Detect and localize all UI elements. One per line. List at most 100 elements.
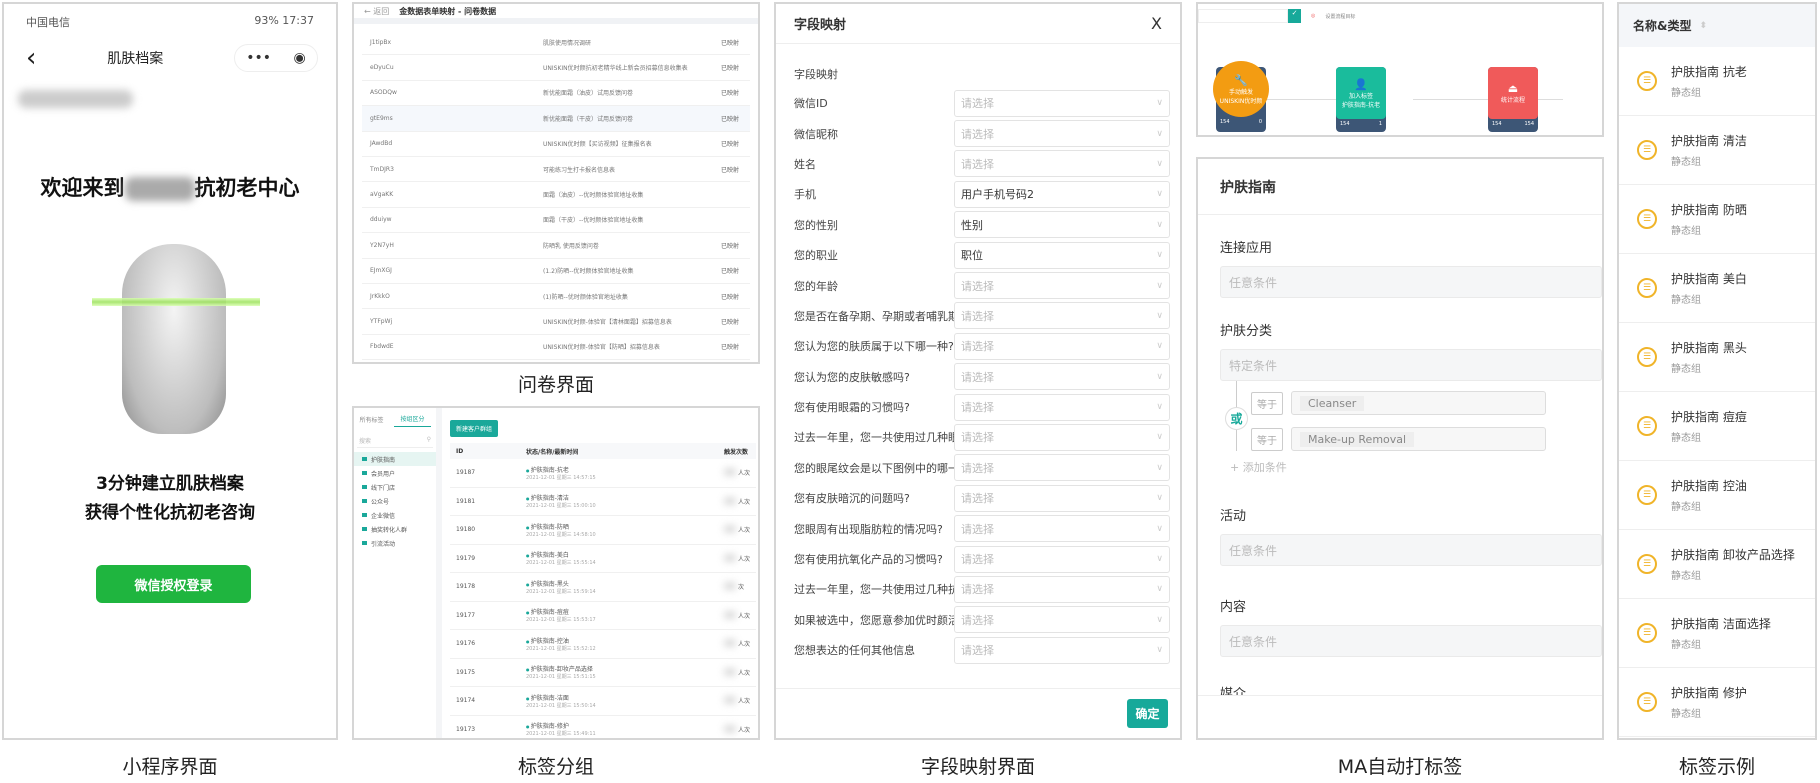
sidebar-item[interactable]: 引流活动 [354, 536, 436, 550]
tag-list-item[interactable]: ☰ 护肤指南 抗老 静态组 [1619, 47, 1815, 116]
group-name[interactable]: 护肤指南-控油 [526, 638, 569, 645]
field-select[interactable]: 职位 ∨ [954, 241, 1170, 269]
table-row[interactable]: 19177 护肤指南-痘痘2021-12-01 星期三 15:53:17 人次 [450, 602, 756, 630]
table-row[interactable]: eDyuCu UNISKIN优时颜抗初老精华线上新会员招募信息收集表 已映射 [362, 55, 750, 81]
table-row[interactable]: 19178 护肤指南-黑头2021-12-01 星期三 15:59:14 次 [450, 573, 756, 602]
field-select[interactable]: 请选择 ∨ [954, 423, 1170, 451]
group-name[interactable]: 护肤指南-黑头 [526, 581, 569, 588]
group-name[interactable]: 护肤指南-抗老 [526, 467, 569, 474]
group-name[interactable]: 护肤指南-卸妆产品选择 [526, 666, 593, 673]
group-name[interactable]: 护肤指南-痘痘 [526, 609, 569, 616]
field-select[interactable]: 请选择 ∨ [954, 302, 1170, 330]
sidebar-item[interactable]: 公众号 [354, 494, 436, 508]
flow-node[interactable]: 👤 加入标签 护肤指南-抗老 154 1 [1336, 67, 1386, 132]
field-select[interactable]: 请选择 ∨ [954, 393, 1170, 421]
table-row[interactable]: JrKkkO (1)防晒--优时颜体验官地址收集 已映射 [362, 284, 750, 310]
table-row[interactable]: FbdwdE UNISKIN优时颜-体验官【防晒】招募信息表 已映射 [362, 335, 750, 361]
tag-list-item[interactable]: ☰ 护肤指南 修护 静态组 [1619, 668, 1815, 737]
table-row[interactable]: 19179 护肤指南-美白2021-12-01 星期三 15:55:14 人次 [450, 545, 756, 573]
table-row[interactable]: gtE9ms 新优能面霜（干皮）试用反馈问卷 已映射 [362, 106, 750, 132]
table-row[interactable]: dduiyw 面霜（干皮）--优时颜体验官地址收集 [362, 208, 750, 234]
group-name[interactable]: 护肤指南-清洁 [526, 495, 569, 502]
flow-node[interactable]: ⏏ 统计流程 154 154 [1488, 67, 1538, 132]
table-row[interactable]: aVgaKK 面霜（油皮）--优时颜体验官地址收集 [362, 182, 750, 208]
table-row[interactable]: 19173 护肤指南-修护2021-12-01 星期三 15:49:11 人次 [450, 716, 756, 739]
wechat-login-button[interactable]: 微信授权登录 [96, 565, 251, 603]
add-condition-link[interactable]: + 添加条件 [1230, 459, 1602, 475]
field-select[interactable]: 请选择 ∨ [954, 575, 1170, 603]
set-goal-link[interactable]: 设置流程目标 [1325, 13, 1355, 20]
group-name[interactable]: 护肤指南-防晒 [526, 524, 569, 531]
field-select[interactable]: 请选择 ∨ [954, 363, 1170, 391]
table-row[interactable]: 19180 护肤指南-防晒2021-12-01 星期三 14:58:10 人次 [450, 516, 756, 545]
tab-by-group[interactable]: 按组区分 [394, 411, 431, 427]
condition-select[interactable]: 任意条件 [1220, 625, 1602, 657]
table-row[interactable]: 19175 护肤指南-卸妆产品选择2021-12-01 星期三 15:51:15 人… [450, 659, 756, 687]
field-select[interactable]: 请选择 ∨ [954, 120, 1170, 148]
table-row[interactable]: TmDJR3 可能练习生打卡报名信息表 已映射 [362, 157, 750, 183]
group-name[interactable]: 护肤指南-洁面 [526, 695, 569, 702]
table-row[interactable]: 19174 护肤指南-洁面2021-12-01 星期三 15:50:14 人次 [450, 687, 756, 716]
search-input[interactable]: 搜索 ⚲ [357, 434, 433, 448]
field-label: 微信ID [794, 97, 828, 111]
table-row[interactable]: 19181 护肤指南-清洁2021-12-01 星期三 15:00:10 人次 [450, 488, 756, 516]
sidebar-item[interactable]: 护肤指南 [354, 452, 436, 466]
field-select[interactable]: 请选择 ∨ [954, 545, 1170, 573]
back-link[interactable]: ← 返回 [364, 6, 389, 17]
operator-select[interactable]: 等于 [1251, 427, 1283, 451]
new-group-button[interactable]: 新建客户群组 [450, 420, 499, 437]
close-icon[interactable]: X [1151, 14, 1162, 33]
field-select[interactable]: 请选择 ∨ [954, 89, 1170, 117]
operator-select[interactable]: 等于 [1251, 391, 1283, 415]
flow-name-input[interactable] [1198, 9, 1288, 23]
table-row[interactable]: ASODQw 新优能面霜（油皮）试用反馈问卷 已映射 [362, 81, 750, 107]
tag-name: 护肤指南 洁面选择 [1671, 617, 1771, 631]
field-select[interactable]: 请选择 ∨ [954, 332, 1170, 360]
group-name[interactable]: 护肤指南-美白 [526, 552, 569, 559]
group-name[interactable]: 护肤指南-修护 [526, 723, 569, 730]
tag-list-item[interactable]: ☰ 护肤指南 美白 静态组 [1619, 254, 1815, 323]
value-input[interactable]: Make-up Removal [1291, 427, 1546, 451]
sort-icon[interactable]: ⬍ [1699, 21, 1707, 31]
tag-list-item[interactable]: ☰ 护肤指南 卸妆产品选择 静态组 [1619, 530, 1815, 599]
condition-select[interactable]: 特定条件 [1220, 349, 1602, 381]
table-row[interactable]: Y2N7yH 防晒乳 使用反馈问卷 已映射 [362, 233, 750, 259]
table-row[interactable]: 19187 护肤指南-抗老2021-12-01 星期三 14:57:15 人次 [450, 459, 756, 488]
table-row[interactable]: J1tipBx 肌肤使用情况调研 已映射 [362, 30, 750, 56]
sidebar-item[interactable]: 企业微信 [354, 508, 436, 522]
field-select[interactable]: 请选择 ∨ [954, 636, 1170, 664]
sidebar-item[interactable]: 抽奖转化人群 [354, 522, 436, 536]
field-select[interactable]: 用户手机号码2 ∨ [954, 180, 1170, 208]
field-select[interactable]: 请选择 ∨ [954, 272, 1170, 300]
table-row[interactable]: EJmXGJ (1.2)防晒--优时颜体验官地址收集 已映射 [362, 259, 750, 284]
condition-select[interactable]: 任意条件 [1220, 534, 1602, 566]
value-input[interactable]: Cleanser [1291, 391, 1546, 415]
field-select[interactable]: 请选择 ∨ [954, 515, 1170, 543]
field-select[interactable]: 请选择 ∨ [954, 606, 1170, 634]
tag-list-item[interactable]: ☰ 护肤指南 黑头 静态组 [1619, 323, 1815, 392]
target-icon[interactable]: ◉ [294, 50, 306, 66]
table-row[interactable]: 19176 护肤指南-控油2021-12-01 星期三 15:52:12 人次 [450, 630, 756, 659]
sidebar-item[interactable]: 线下门店 [354, 480, 436, 494]
tag-list-item[interactable]: ☰ 护肤指南 痘痘 静态组 [1619, 392, 1815, 461]
tab-all-tags[interactable]: 所有标签 [359, 415, 383, 424]
table-row[interactable]: YTFpWj UNISKIN优时颜-体验官【清林面霜】招募信息表 已映射 [362, 309, 750, 335]
search-icon[interactable]: ⚲ [427, 436, 431, 445]
tag-list-item[interactable]: ☰ 护肤指南 防晒 静态组 [1619, 185, 1815, 254]
condition-select[interactable]: 任意条件 [1220, 266, 1602, 298]
field-select[interactable]: 请选择 ∨ [954, 484, 1170, 512]
table-row[interactable]: JAwdBd UNISKIN优时颜【买访视频】征集报名表 已映射 [362, 132, 750, 157]
chevron-left-icon[interactable]: ‹ [26, 43, 36, 73]
more-icon[interactable]: ••• [246, 50, 271, 66]
tag-list-item[interactable]: ☰ 护肤指南 控油 静态组 [1619, 461, 1815, 530]
flow-node[interactable]: 🔧 手动触发 UNISKIN优时颜 154 0 [1213, 61, 1269, 132]
tag-list-item[interactable]: ☰ 护肤指南 洁面选择 静态组 [1619, 599, 1815, 668]
sidebar-item[interactable]: 会员用户 [354, 466, 436, 480]
capsule-menu[interactable]: ••• ◉ [234, 44, 318, 72]
field-select[interactable]: 性别 ∨ [954, 211, 1170, 239]
check-icon[interactable]: ✓ [1288, 9, 1301, 23]
field-select[interactable]: 请选择 ∨ [954, 150, 1170, 178]
tag-list-item[interactable]: ☰ 护肤指南 清洁 静态组 [1619, 116, 1815, 185]
field-select[interactable]: 请选择 ∨ [954, 454, 1170, 482]
confirm-button[interactable]: 确定 [1127, 699, 1168, 728]
